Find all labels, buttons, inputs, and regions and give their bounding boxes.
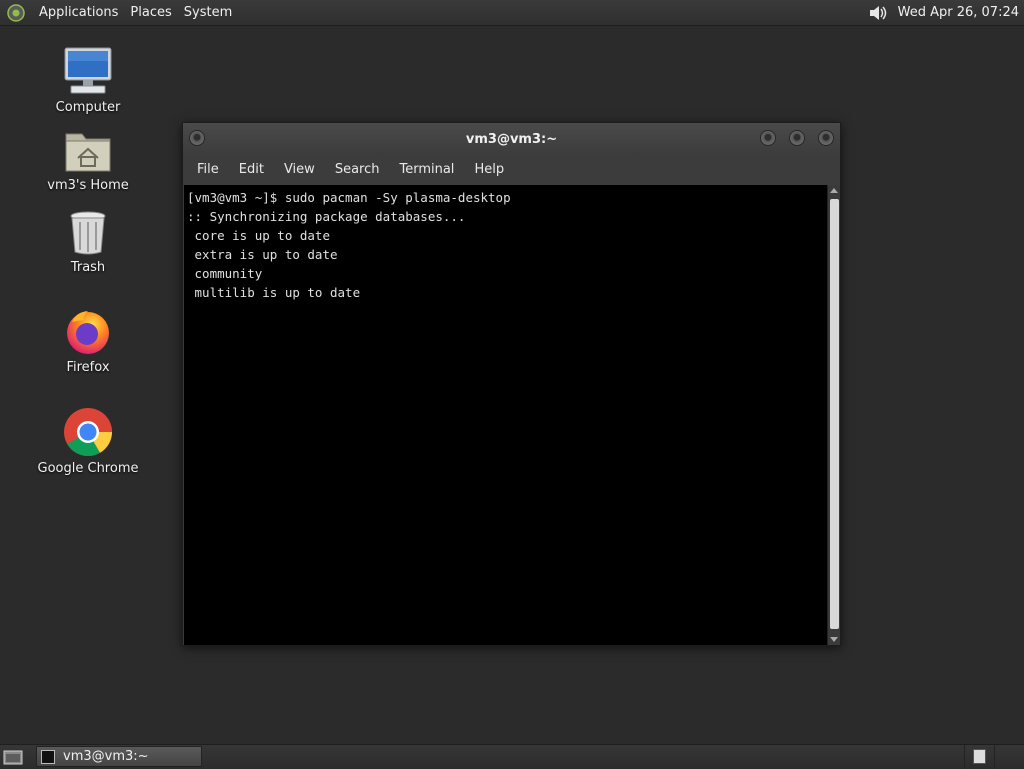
scroll-down-arrow-icon[interactable]	[830, 637, 838, 642]
workspace-window-thumbnail	[973, 749, 986, 764]
workspace-1[interactable]	[964, 744, 994, 769]
scrollbar-thumb[interactable]	[830, 199, 839, 629]
applications-menu[interactable]: Applications	[33, 0, 124, 26]
close-button[interactable]	[818, 130, 834, 146]
menu-search[interactable]: Search	[325, 155, 390, 185]
terminal-line: [vm3@vm3 ~]$ sudo pacman -Sy plasma-desk…	[187, 190, 511, 205]
terminal-menubar: File Edit View Search Terminal Help	[183, 155, 840, 185]
taskbar-button-label: vm3@vm3:~	[63, 749, 149, 764]
menu-terminal[interactable]: Terminal	[389, 155, 464, 185]
window-title: vm3@vm3:~	[465, 131, 558, 147]
terminal-output[interactable]: [vm3@vm3 ~]$ sudo pacman -Sy plasma-desk…	[184, 185, 827, 645]
terminal-line: :: Synchronizing package databases...	[187, 209, 466, 224]
window-menu-button[interactable]	[189, 130, 205, 146]
desktop-icon-chrome[interactable]: Google Chrome	[28, 407, 148, 476]
desktop-icon-label: Trash	[70, 260, 106, 275]
volume-icon[interactable]	[866, 2, 888, 24]
scroll-up-arrow-icon[interactable]	[830, 188, 838, 193]
menu-view[interactable]: View	[274, 155, 325, 185]
terminal-scrollbar[interactable]	[827, 185, 840, 645]
minimize-button[interactable]	[760, 130, 776, 146]
desktop-icon-label: Google Chrome	[37, 461, 139, 476]
bottom-panel: vm3@vm3:~	[0, 744, 1024, 769]
taskbar-button-terminal[interactable]: vm3@vm3:~	[36, 746, 202, 767]
chrome-icon	[64, 408, 112, 457]
workspace-switcher	[964, 744, 1024, 769]
menu-file[interactable]: File	[187, 155, 229, 185]
show-desktop-icon[interactable]	[3, 749, 23, 765]
desktop-icon-firefox[interactable]: Firefox	[28, 308, 148, 375]
terminal-line: extra is up to date	[187, 247, 338, 262]
window-titlebar[interactable]: vm3@vm3:~	[183, 123, 840, 155]
clock[interactable]: Wed Apr 26, 07:24	[898, 5, 1019, 20]
terminal-icon	[41, 749, 55, 764]
terminal-line: community	[187, 266, 263, 281]
panel-tray: Wed Apr 26, 07:24	[866, 0, 1024, 26]
system-menu[interactable]: System	[178, 0, 238, 26]
maximize-button[interactable]	[789, 130, 805, 146]
home-folder-icon	[65, 133, 111, 172]
desktop-icon-label: Firefox	[66, 360, 110, 375]
desktop-icon-home[interactable]: vm3's Home	[28, 128, 148, 193]
menu-help[interactable]: Help	[464, 155, 514, 185]
terminal-line: core is up to date	[187, 228, 330, 243]
terminal-line: multilib is up to date	[187, 285, 361, 300]
desktop-icon-computer[interactable]: Computer	[28, 46, 148, 115]
mate-logo-icon[interactable]	[7, 3, 25, 22]
terminal-window[interactable]: vm3@vm3:~ File Edit View Search Terminal…	[182, 122, 841, 646]
trash-icon	[70, 211, 106, 255]
desktop-icon-trash[interactable]: Trash	[28, 210, 148, 275]
desktop-icon-label: vm3's Home	[47, 178, 129, 193]
computer-icon	[64, 47, 112, 94]
places-menu[interactable]: Places	[124, 0, 177, 26]
menu-edit[interactable]: Edit	[229, 155, 274, 185]
firefox-icon	[67, 311, 109, 354]
top-panel: Applications Places System Wed Apr 26, 0…	[0, 0, 1024, 26]
desktop-icon-label: Computer	[55, 100, 121, 115]
workspace-2[interactable]	[994, 744, 1024, 769]
